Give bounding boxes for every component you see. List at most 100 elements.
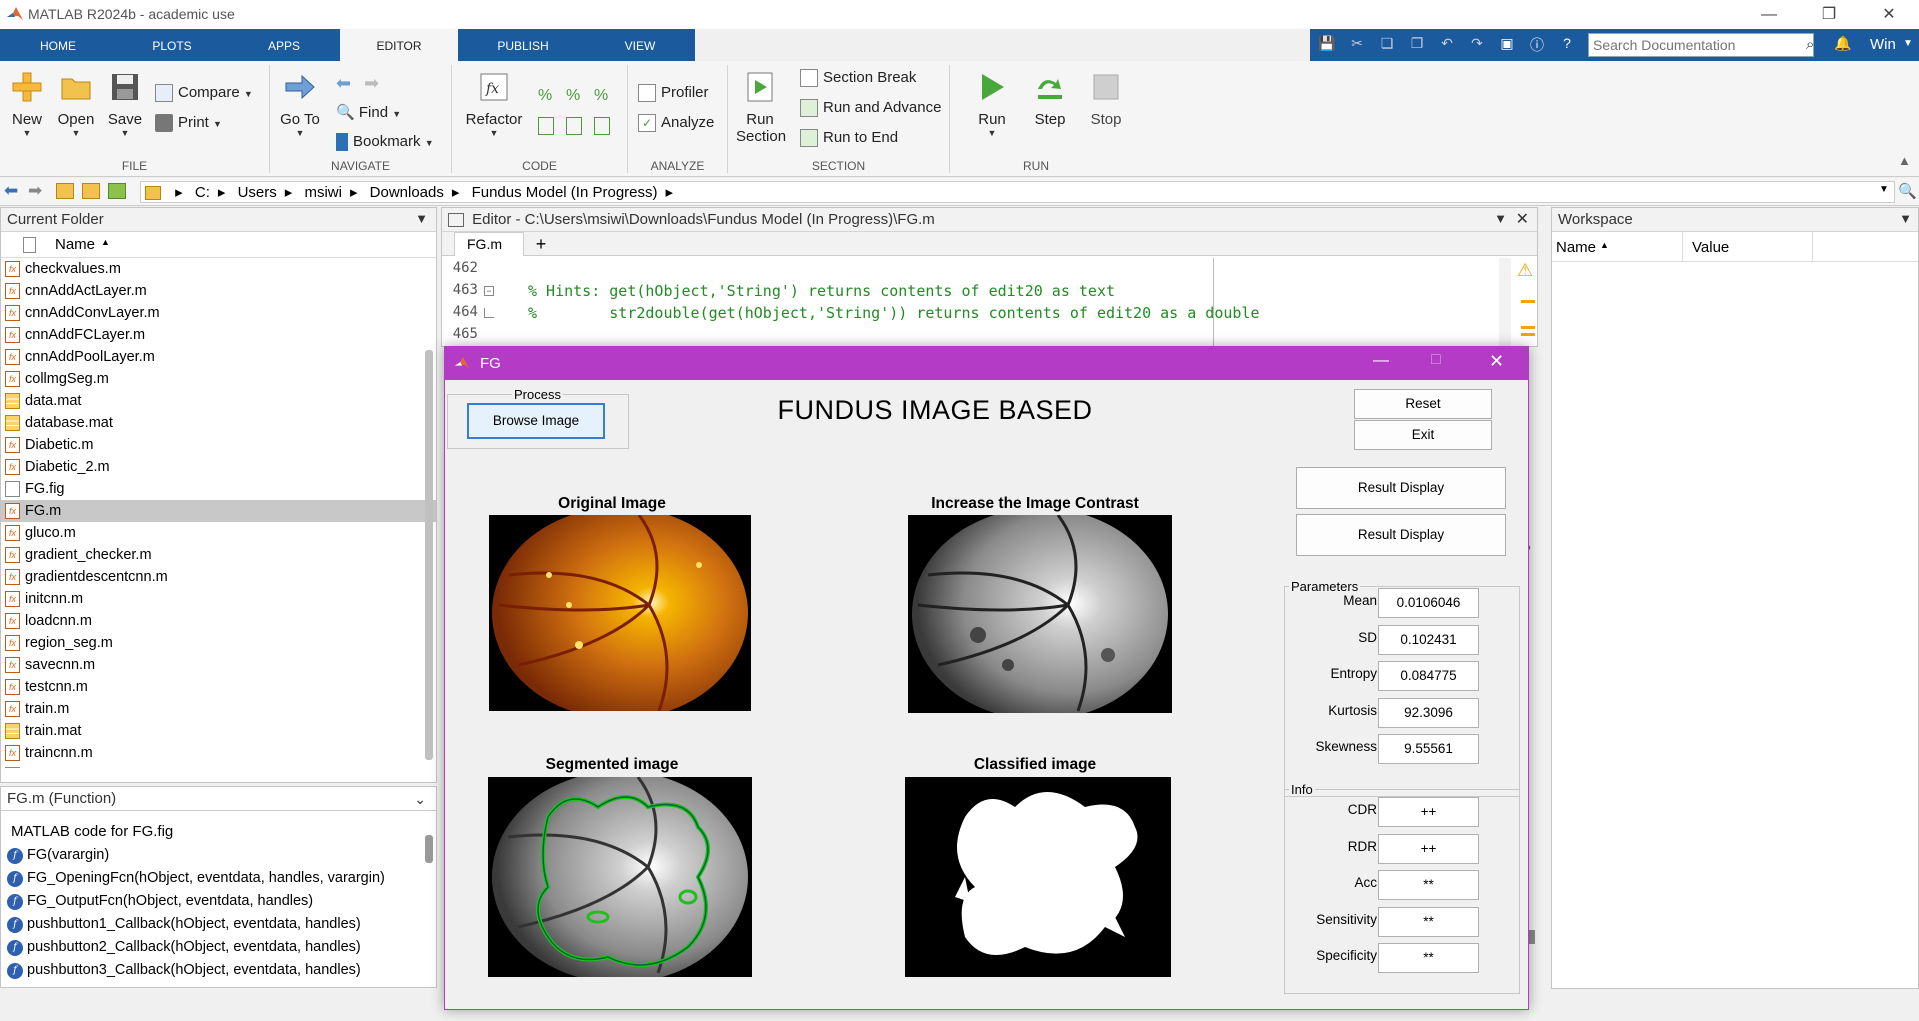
file-item[interactable]: fx initcnn.m <box>1 588 436 610</box>
function-item[interactable]: f FG_OpeningFcn(hObject, eventdata, handl… <box>1 867 436 890</box>
print-button[interactable]: Print ▼ <box>155 114 222 133</box>
breadcrumb-c[interactable]: C: <box>195 184 210 201</box>
search-icon[interactable]: ⌕ <box>1806 36 1814 53</box>
help-question-icon[interactable]: ? <box>1556 35 1578 55</box>
file-item[interactable]: fx cnnAddActLayer.m <box>1 280 436 302</box>
file-item[interactable]: fx loadcnn.m <box>1 610 436 632</box>
wrap-comment-icon[interactable]: % <box>594 87 608 105</box>
tab-view[interactable]: VIEW <box>600 29 680 61</box>
code-line[interactable]: 465 <box>442 324 1537 346</box>
file-item[interactable]: fx train.m <box>1 698 436 720</box>
fold-collapse-icon[interactable]: − <box>484 286 494 296</box>
file-item[interactable]: fx collmgSeg.m <box>1 368 436 390</box>
breadcrumb-msiwi[interactable]: msiwi <box>304 184 342 201</box>
details-chevron-icon[interactable]: ⌄ <box>414 791 426 808</box>
path-dropdown-icon[interactable]: ▼ <box>1879 184 1889 195</box>
function-item[interactable]: f pushbutton1_Callback(hObject, eventdata… <box>1 913 436 936</box>
param-value-field[interactable]: 92.3096 <box>1378 697 1479 728</box>
reset-button[interactable]: Reset <box>1354 389 1492 419</box>
file-item[interactable]: fx traincnn.m <box>1 742 436 764</box>
tab-plots[interactable]: PLOTS <box>132 29 212 61</box>
file-item[interactable]: fx cnnAddPoolLayer.m <box>1 346 436 368</box>
file-item[interactable]: fx gradient_checker.m <box>1 544 436 566</box>
details-scrollbar[interactable] <box>425 835 433 863</box>
function-item[interactable]: f pushbutton3_Callback(hObject, eventdata… <box>1 959 436 982</box>
file-item[interactable]: fx checkvalues.m <box>1 258 436 280</box>
function-item[interactable]: f FG(varargin) <box>1 844 436 867</box>
param-value-field[interactable]: 0.102431 <box>1378 624 1479 655</box>
file-item[interactable]: fx savecnn.m <box>1 654 436 676</box>
help-icon[interactable]: ⓘ <box>1526 35 1548 55</box>
file-item[interactable]: fx Diabetic.m <box>1 434 436 456</box>
switch-windows-icon[interactable]: ▣ <box>1496 35 1518 55</box>
find-button[interactable]: 🔍 Find ▼ <box>336 103 401 121</box>
run-section-button[interactable]: Run Section <box>736 71 786 145</box>
warning-marker[interactable] <box>1521 300 1535 303</box>
run-to-end-button[interactable]: Run to End <box>800 129 898 148</box>
warning-icon[interactable]: ⚠ <box>1517 260 1533 281</box>
maximize-icon[interactable]: ❐ <box>1806 0 1852 29</box>
folder-column-header[interactable]: Name ▲ <box>1 232 436 258</box>
warning-marker-2[interactable] <box>1521 326 1535 336</box>
param-value-field[interactable]: ** <box>1378 943 1479 973</box>
open-button[interactable]: Open ▼ <box>54 71 98 138</box>
code-area[interactable]: 462 463− % Hints: get(hObject,'String') re… <box>442 256 1537 346</box>
compare-button[interactable]: Compare ▼ <box>155 84 253 103</box>
workspace-value-column[interactable]: Value <box>1692 239 1729 256</box>
save-quick-icon[interactable]: 💾 <box>1316 35 1338 55</box>
back-arrow-icon[interactable]: ⬅ <box>336 73 351 94</box>
stop-button[interactable]: Stop <box>1086 71 1126 128</box>
back-icon[interactable]: ⬅ <box>4 181 18 201</box>
redo-icon[interactable]: ↷ <box>1466 35 1488 55</box>
section-break-button[interactable]: Section Break <box>800 69 916 88</box>
file-item[interactable]: fx testcnn.m <box>1 676 436 698</box>
file-item[interactable]: FG.fig <box>1 478 436 500</box>
undo-icon[interactable]: ↶ <box>1436 35 1458 55</box>
cut-icon[interactable]: ✂ <box>1346 35 1368 55</box>
function-item[interactable]: f pushbutton2_Callback(hObject, eventdata… <box>1 936 436 959</box>
code-line[interactable]: 463− % Hints: get(hObject,'String') retur… <box>442 280 1537 302</box>
fg-maximize-icon[interactable]: □ <box>1431 351 1441 369</box>
search-documentation-input[interactable] <box>1588 33 1814 57</box>
code-line[interactable]: 462 <box>442 258 1537 280</box>
uncomment-icon[interactable]: % <box>566 87 580 105</box>
file-item[interactable]: fx gradientdescentcnn.m <box>1 566 436 588</box>
breadcrumb-users[interactable]: Users <box>238 184 277 201</box>
goto-button[interactable]: Go To ▼ <box>278 71 322 138</box>
file-item[interactable]: fx FG.m <box>1 500 436 522</box>
param-value-field[interactable]: ++ <box>1378 797 1479 827</box>
up-folder-icon[interactable] <box>56 183 74 199</box>
path-breadcrumb[interactable]: ▸ C: ▸ Users ▸ msiwi ▸ Downloads ▸ Fundus Mo… <box>140 181 1895 203</box>
new-tab-plus-icon[interactable]: + <box>526 233 556 255</box>
tab-publish[interactable]: PUBLISH <box>478 29 568 61</box>
run-and-advance-button[interactable]: Run and Advance <box>800 99 941 118</box>
new-button[interactable]: New ▼ <box>6 71 48 138</box>
smart-indent-icon[interactable] <box>538 117 554 135</box>
notification-bell-icon[interactable]: 🔔 <box>1832 35 1854 55</box>
analyze-button[interactable]: ✓ Analyze <box>638 114 714 133</box>
user-menu[interactable]: Win <box>1870 36 1896 53</box>
file-item[interactable]: fx region_seg.m <box>1 632 436 654</box>
copy-icon[interactable]: ❏ <box>1376 35 1398 55</box>
file-item[interactable]: train.mat <box>1 720 436 742</box>
indent-icon[interactable] <box>566 117 582 135</box>
editor-menu-icon[interactable]: ▼ <box>1494 211 1507 226</box>
code-line[interactable]: 464 % str2double(get(hObject,'String')) r… <box>442 302 1537 324</box>
workspace-menu-icon[interactable]: ▼ <box>1899 211 1912 226</box>
close-icon[interactable]: ✕ <box>1866 0 1912 29</box>
save-button[interactable]: Save ▼ <box>104 71 146 138</box>
search-folder-icon[interactable]: 🔍 <box>1898 182 1917 200</box>
file-item[interactable]: tts.p <box>1 764 436 768</box>
comment-icon[interactable]: % <box>538 87 552 105</box>
editor-tab-fg[interactable]: FG.m <box>454 232 524 256</box>
exit-button[interactable]: Exit <box>1354 420 1492 450</box>
file-item[interactable]: fx gluco.m <box>1 522 436 544</box>
forward-arrow-icon[interactable]: ➡ <box>364 73 379 94</box>
browse-image-button[interactable]: Browse Image <box>467 403 605 439</box>
file-item[interactable]: database.mat <box>1 412 436 434</box>
param-value-field[interactable]: ++ <box>1378 833 1479 864</box>
file-item[interactable]: fx Diabetic_2.m <box>1 456 436 478</box>
refactor-button[interactable]: fx Refactor ▼ <box>464 71 524 138</box>
file-item[interactable]: fx cnnAddConvLayer.m <box>1 302 436 324</box>
paste-icon[interactable]: ❐ <box>1406 35 1428 55</box>
